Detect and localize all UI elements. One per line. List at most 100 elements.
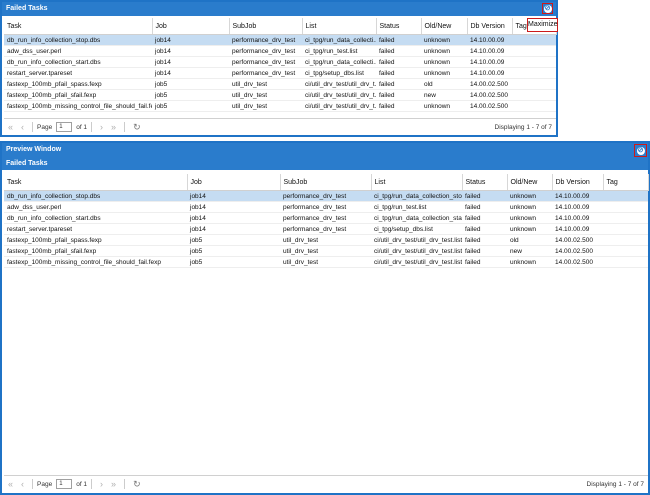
- refresh-icon[interactable]: ↻: [133, 479, 141, 490]
- table-cell: job5: [187, 256, 280, 268]
- column-header[interactable]: Task: [4, 174, 188, 191]
- table-cell: ci/util_drv_test/util_drv_test.list: [371, 245, 462, 257]
- next-page-icon[interactable]: ›: [100, 479, 103, 489]
- page-number-input[interactable]: 1: [56, 122, 73, 132]
- table-cell: fastexp_100mb_pfail_sfail.fexp: [4, 245, 187, 257]
- table-cell: old: [421, 78, 467, 90]
- close-button[interactable]: ⊘: [634, 144, 647, 157]
- panel-title: Failed Tasks: [6, 160, 48, 167]
- column-header[interactable]: Tag: [603, 174, 649, 191]
- page-number-input[interactable]: 1: [56, 479, 73, 489]
- table-cell: job14: [187, 201, 280, 213]
- table-cell: unknown: [507, 212, 552, 224]
- column-header[interactable]: Db Version: [467, 18, 513, 35]
- table-row[interactable]: db_run_info_collection_stop.dbs job14 perf…: [4, 190, 648, 202]
- table-cell: job5: [152, 100, 229, 112]
- table-cell: [603, 256, 648, 268]
- page-label: Page: [37, 123, 53, 131]
- last-page-icon[interactable]: »: [111, 122, 116, 132]
- column-header[interactable]: Db Version: [552, 174, 604, 191]
- table-cell: failed: [376, 56, 421, 68]
- table-cell: [603, 223, 648, 235]
- table-cell: new: [507, 245, 552, 257]
- table-cell: restart_server.tpareset: [4, 223, 187, 235]
- table-row[interactable]: fastexp_100mb_missing_control_file_shoul…: [4, 100, 556, 112]
- table-cell: [512, 56, 556, 68]
- table-cell: performance_drv_test: [280, 212, 371, 224]
- table-row[interactable]: db_run_info_collection_start.dbs job14 per…: [4, 212, 648, 224]
- table-row[interactable]: restart_server.tpareset job14 performance_…: [4, 67, 556, 79]
- table-cell: ci/util_drv_test/util_drv_t...: [302, 100, 376, 112]
- table-cell: db_run_info_collection_start.dbs: [4, 212, 187, 224]
- prev-page-icon[interactable]: ‹: [21, 479, 24, 489]
- table-cell: job14: [152, 56, 229, 68]
- table-row[interactable]: db_run_info_collection_stop.dbs job14 perf…: [4, 34, 556, 46]
- column-header[interactable]: Old/New: [421, 18, 468, 35]
- next-page-icon[interactable]: ›: [100, 122, 103, 132]
- maximize-button[interactable]: ⊘: [542, 3, 553, 14]
- table-row[interactable]: restart_server.tpareset job14 performance_…: [4, 223, 648, 235]
- table-cell: util_drv_test: [229, 100, 302, 112]
- table-cell: ci/util_drv_test/util_drv_t...: [302, 89, 376, 101]
- table-cell: ci/util_drv_test/util_drv_t...: [302, 78, 376, 90]
- table-cell: unknown: [421, 100, 467, 112]
- column-header[interactable]: Job: [152, 18, 230, 35]
- refresh-icon[interactable]: ↻: [133, 122, 141, 133]
- column-header[interactable]: SubJob: [280, 174, 372, 191]
- table-cell: util_drv_test: [280, 234, 371, 246]
- first-page-icon[interactable]: «: [8, 479, 13, 489]
- column-header[interactable]: SubJob: [229, 18, 303, 35]
- column-header[interactable]: List: [371, 174, 463, 191]
- column-header[interactable]: Job: [187, 174, 281, 191]
- table-cell: performance_drv_test: [229, 67, 302, 79]
- table-cell: job14: [187, 223, 280, 235]
- table-cell: [603, 212, 648, 224]
- column-header[interactable]: Task: [4, 18, 153, 35]
- table-row[interactable]: fastexp_100mb_missing_control_file_shoul…: [4, 256, 648, 268]
- window-title: Failed Tasks: [6, 5, 48, 12]
- table-cell: 14.10.00.09: [467, 45, 512, 57]
- prev-page-icon[interactable]: ‹: [21, 122, 24, 132]
- table-cell: ci_tpg/setup_dbs.list: [371, 223, 462, 235]
- table-cell: db_run_info_collection_start.dbs: [4, 56, 152, 68]
- table-cell: restart_server.tpareset: [4, 67, 152, 79]
- table-cell: 14.00.02.500: [552, 234, 603, 246]
- table-cell: 14.00.02.500: [467, 89, 512, 101]
- table-cell: 14.10.00.09: [467, 56, 512, 68]
- table-cell: job5: [187, 234, 280, 246]
- table-cell: ci_tpg/run_data_collecti...: [302, 34, 376, 46]
- last-page-icon[interactable]: »: [111, 479, 116, 489]
- table-row[interactable]: adw_dss_user.perl job14 performance_drv_te…: [4, 201, 648, 213]
- table-row[interactable]: adw_dss_user.perl job14 performance_drv_te…: [4, 45, 556, 57]
- maximize-tooltip: Maximize: [527, 18, 558, 32]
- page-label: Page: [37, 480, 53, 488]
- table-cell: performance_drv_test: [229, 56, 302, 68]
- table-cell: performance_drv_test: [229, 45, 302, 57]
- table-cell: fastexp_100mb_missing_control_file_shoul…: [4, 256, 187, 268]
- table-cell: 14.10.00.09: [467, 34, 512, 46]
- table-row[interactable]: db_run_info_collection_start.dbs job14 per…: [4, 56, 556, 68]
- table-cell: ci/util_drv_test/util_drv_test.list: [371, 234, 462, 246]
- column-header[interactable]: Status: [462, 174, 508, 191]
- table-cell: failed: [376, 100, 421, 112]
- column-header[interactable]: Old/New: [507, 174, 553, 191]
- table-cell: job14: [187, 212, 280, 224]
- table-cell: job14: [152, 45, 229, 57]
- close-icon: ⊘: [543, 4, 552, 13]
- table-row[interactable]: fastexp_100mb_pfail_spass.fexp job5 util_d…: [4, 78, 556, 90]
- table-cell: 14.00.02.500: [467, 78, 512, 90]
- pager-separator: [32, 122, 34, 132]
- table-cell: failed: [462, 245, 507, 257]
- page-count: of 1: [76, 480, 88, 488]
- table-row[interactable]: fastexp_100mb_pfail_spass.fexp job5 util_d…: [4, 234, 648, 246]
- column-header[interactable]: Status: [376, 18, 422, 35]
- first-page-icon[interactable]: «: [8, 122, 13, 132]
- table-cell: performance_drv_test: [280, 201, 371, 213]
- table-cell: failed: [376, 45, 421, 57]
- table-row[interactable]: fastexp_100mb_pfail_sfail.fexp job5 util_d…: [4, 245, 648, 257]
- failed-tasks-window: Failed Tasks ⊘ Task Job SubJob List Status Ol…: [0, 0, 558, 137]
- column-header[interactable]: List: [302, 18, 377, 35]
- table-cell: ci/util_drv_test/util_drv_test.list: [371, 256, 462, 268]
- table-row[interactable]: fastexp_100mb_pfail_sfail.fexp job5 util_d…: [4, 89, 556, 101]
- table-cell: 14.10.00.09: [552, 201, 603, 213]
